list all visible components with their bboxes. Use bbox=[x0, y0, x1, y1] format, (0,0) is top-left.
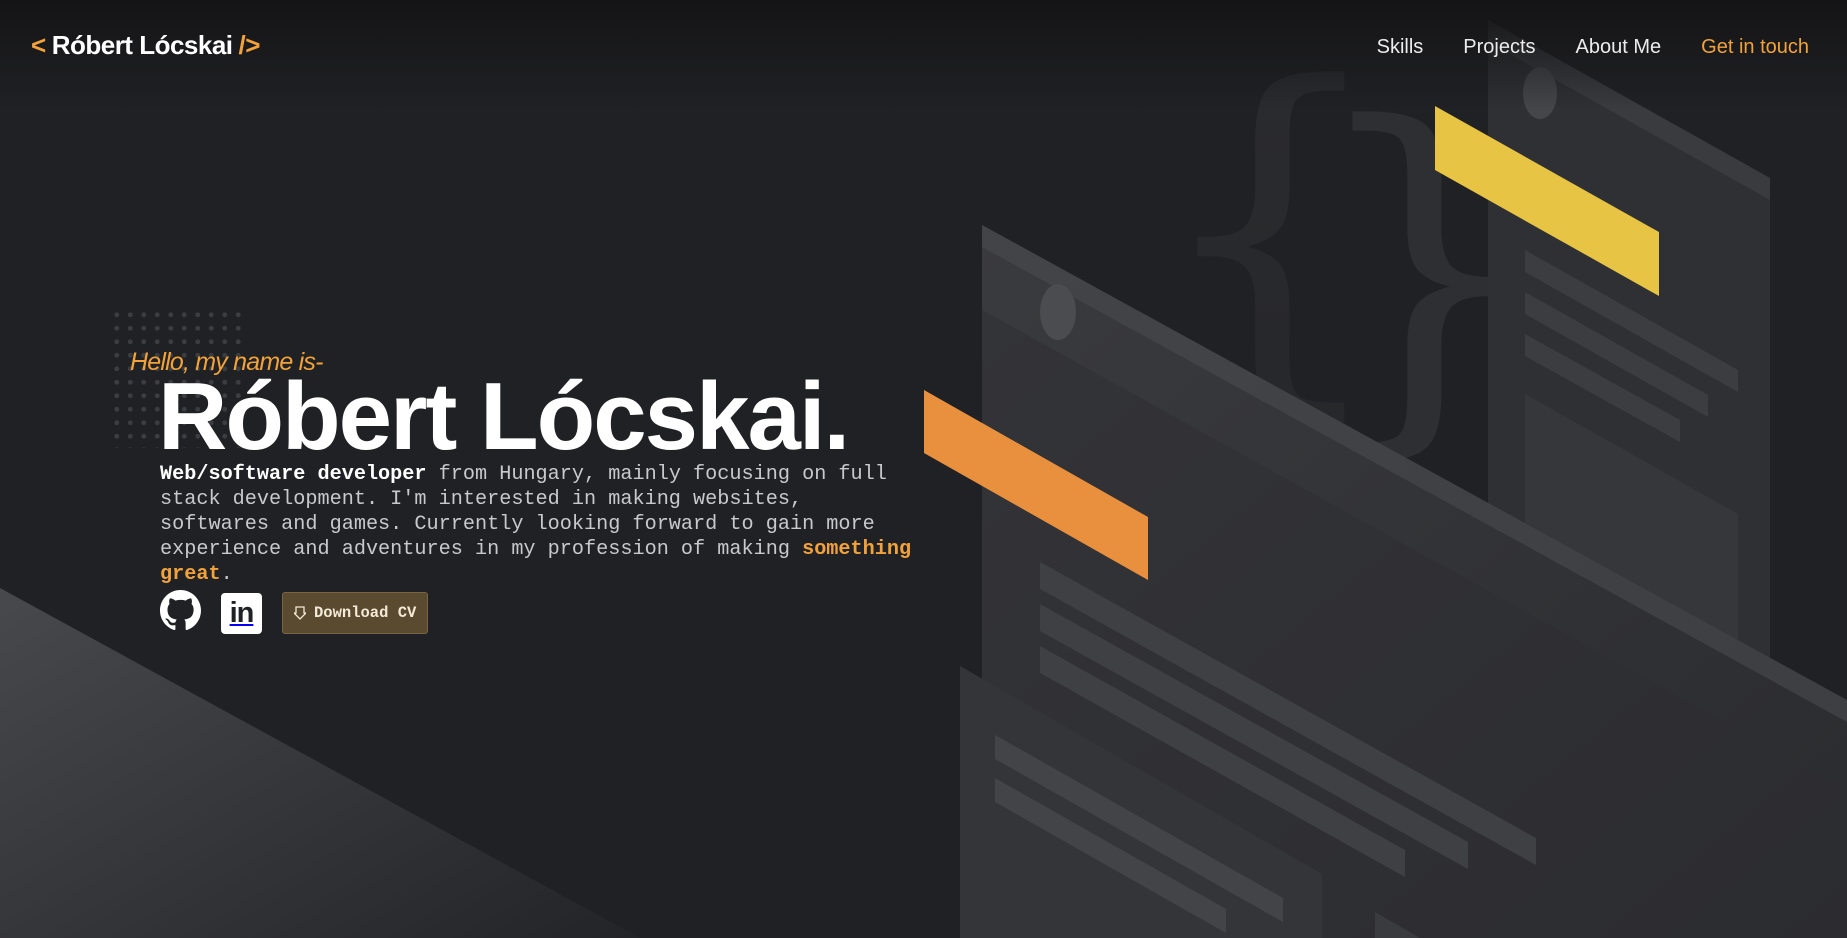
github-icon bbox=[160, 590, 201, 630]
github-link[interactable] bbox=[160, 590, 201, 636]
site-header: < Róbert Lócskai/> Skills Projects About … bbox=[0, 0, 1847, 96]
linkedin-link[interactable]: in bbox=[221, 592, 262, 634]
download-icon bbox=[294, 606, 306, 620]
linkedin-icon: in bbox=[229, 596, 255, 629]
nav-get-in-touch[interactable]: Get in touch bbox=[1701, 36, 1809, 59]
site-logo[interactable]: < Róbert Lócskai/> bbox=[31, 30, 260, 61]
download-cv-button[interactable]: Download CV bbox=[282, 592, 429, 634]
social-links: in Download CV bbox=[160, 590, 429, 636]
logo-close-bracket: /> bbox=[238, 30, 261, 60]
hero-name: Róbert Lócskai. bbox=[158, 363, 850, 470]
nav-skills[interactable]: Skills bbox=[1377, 36, 1424, 59]
nav-projects[interactable]: Projects bbox=[1463, 36, 1535, 59]
nav-about-me[interactable]: About Me bbox=[1576, 36, 1662, 59]
description-lead: Web/software developer bbox=[160, 463, 427, 486]
logo-name: Róbert Lócskai bbox=[51, 30, 233, 60]
hero-description: Web/software developer from Hungary, mai… bbox=[160, 462, 920, 587]
download-cv-label: Download CV bbox=[314, 604, 417, 622]
description-end: . bbox=[220, 563, 233, 586]
main-nav: Skills Projects About Me Get in touch bbox=[1377, 36, 1809, 59]
logo-open-bracket: < bbox=[31, 30, 46, 60]
